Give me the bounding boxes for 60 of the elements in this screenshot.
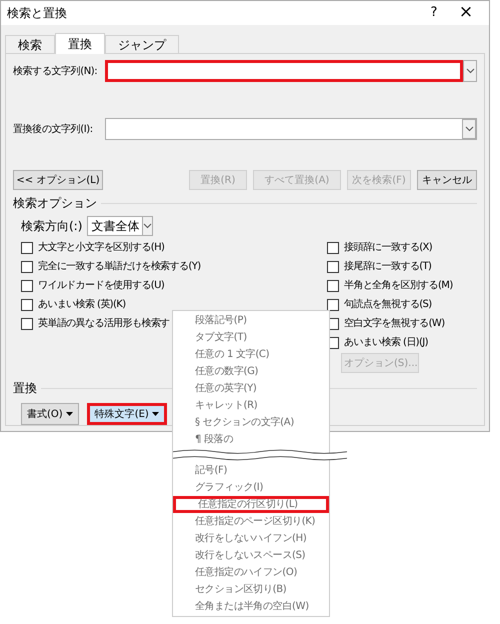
menu-item[interactable]: 任意指定の行区切り(L): [173, 496, 329, 513]
menu-item[interactable]: 任意の英字(Y): [181, 380, 321, 397]
checkbox-label: ワイルドカードを使用する(U): [38, 279, 164, 293]
menu-item[interactable]: 改行をしないハイフン(H): [181, 530, 321, 547]
caret-icon: [66, 412, 73, 416]
checkbox-label: あいまい検索 (英)(K): [38, 298, 126, 312]
dropdown-button[interactable]: 書式(O): [21, 403, 79, 425]
dropdown-button[interactable]: 特殊文字(E): [86, 403, 167, 425]
checkbox[interactable]: [327, 260, 339, 272]
dialog-button[interactable]: キャンセル: [417, 170, 477, 190]
checkbox[interactable]: [327, 280, 339, 292]
tab[interactable]: ジャンプ: [105, 35, 179, 53]
checkbox-label: 接頭辞に一致する(X): [344, 240, 432, 255]
close-button[interactable]: ×: [449, 0, 483, 26]
combo-field[interactable]: [105, 118, 477, 140]
menu-item[interactable]: グラフィック(I): [181, 479, 321, 496]
checkbox[interactable]: [21, 242, 33, 254]
menu-item[interactable]: 段落記号(P): [181, 312, 321, 329]
checkbox-label: 完全に一致する単語だけを検索する(Y): [38, 260, 201, 274]
direction-select[interactable]: 文書全体: [87, 216, 154, 236]
menu-item[interactable]: 任意の 1 文字(C): [181, 346, 321, 363]
menu-item[interactable]: 全角または半角の空白(W): [181, 598, 321, 615]
checkbox-label: 空白文字を無視する(W): [344, 316, 444, 331]
tab[interactable]: 検索: [5, 35, 55, 53]
checkbox[interactable]: [327, 242, 339, 254]
checkbox[interactable]: [21, 318, 33, 330]
section-title: 置換: [13, 380, 37, 397]
checkbox[interactable]: [21, 298, 33, 310]
checkbox-label: 接尾辞に一致する(T): [344, 260, 432, 274]
combo-field[interactable]: [105, 60, 477, 82]
menu-item[interactable]: 任意の数字(G): [181, 363, 321, 380]
checkbox[interactable]: [21, 280, 33, 292]
field-label: 置換後の文字列(I):: [13, 122, 94, 136]
window-title: 検索と置換: [7, 5, 68, 22]
menu-item[interactable]: セクション区切り(B): [181, 581, 321, 598]
chevron-down-icon: [143, 223, 152, 229]
section-title: 検索オプション: [13, 195, 97, 212]
menu-item[interactable]: 記号(F): [181, 462, 321, 479]
menu-item[interactable]: 任意指定のハイフン(O): [181, 564, 321, 581]
field-label: 検索する文字列(N):: [13, 64, 98, 78]
field-label: 検索方向(:): [21, 218, 82, 235]
menu-item[interactable]: 改行をしないスペース(S): [181, 547, 321, 564]
checkbox-label: 句読点を無視する(S): [344, 298, 432, 312]
checkbox-label: 英単語の異なる活用形も検索す: [38, 316, 170, 331]
chevron-down-icon: [466, 68, 474, 74]
menu-item[interactable]: タブ文字(T): [181, 329, 321, 346]
checkbox[interactable]: [327, 298, 339, 310]
checkbox-label: 半角と全角を区別する(M): [344, 278, 453, 293]
menu-item[interactable]: キャレット(R): [181, 397, 321, 414]
menu-item[interactable]: § セクションの文字(A): [181, 414, 321, 431]
checkbox-label: 大文字と小文字を区別する(H): [38, 240, 164, 255]
checkbox-label: あいまい検索 (日)(J): [344, 336, 428, 350]
menu-item[interactable]: ¶ 段落の: [181, 431, 321, 448]
tab[interactable]: 置換: [55, 33, 105, 54]
dialog-button[interactable]: << オプション(L): [13, 170, 103, 190]
help-button[interactable]: ?: [419, 3, 449, 23]
menu-item[interactable]: 任意指定のページ区切り(K): [181, 513, 321, 530]
checkbox[interactable]: [21, 260, 33, 272]
chevron-down-icon: [464, 126, 474, 132]
caret-icon: [152, 412, 159, 416]
